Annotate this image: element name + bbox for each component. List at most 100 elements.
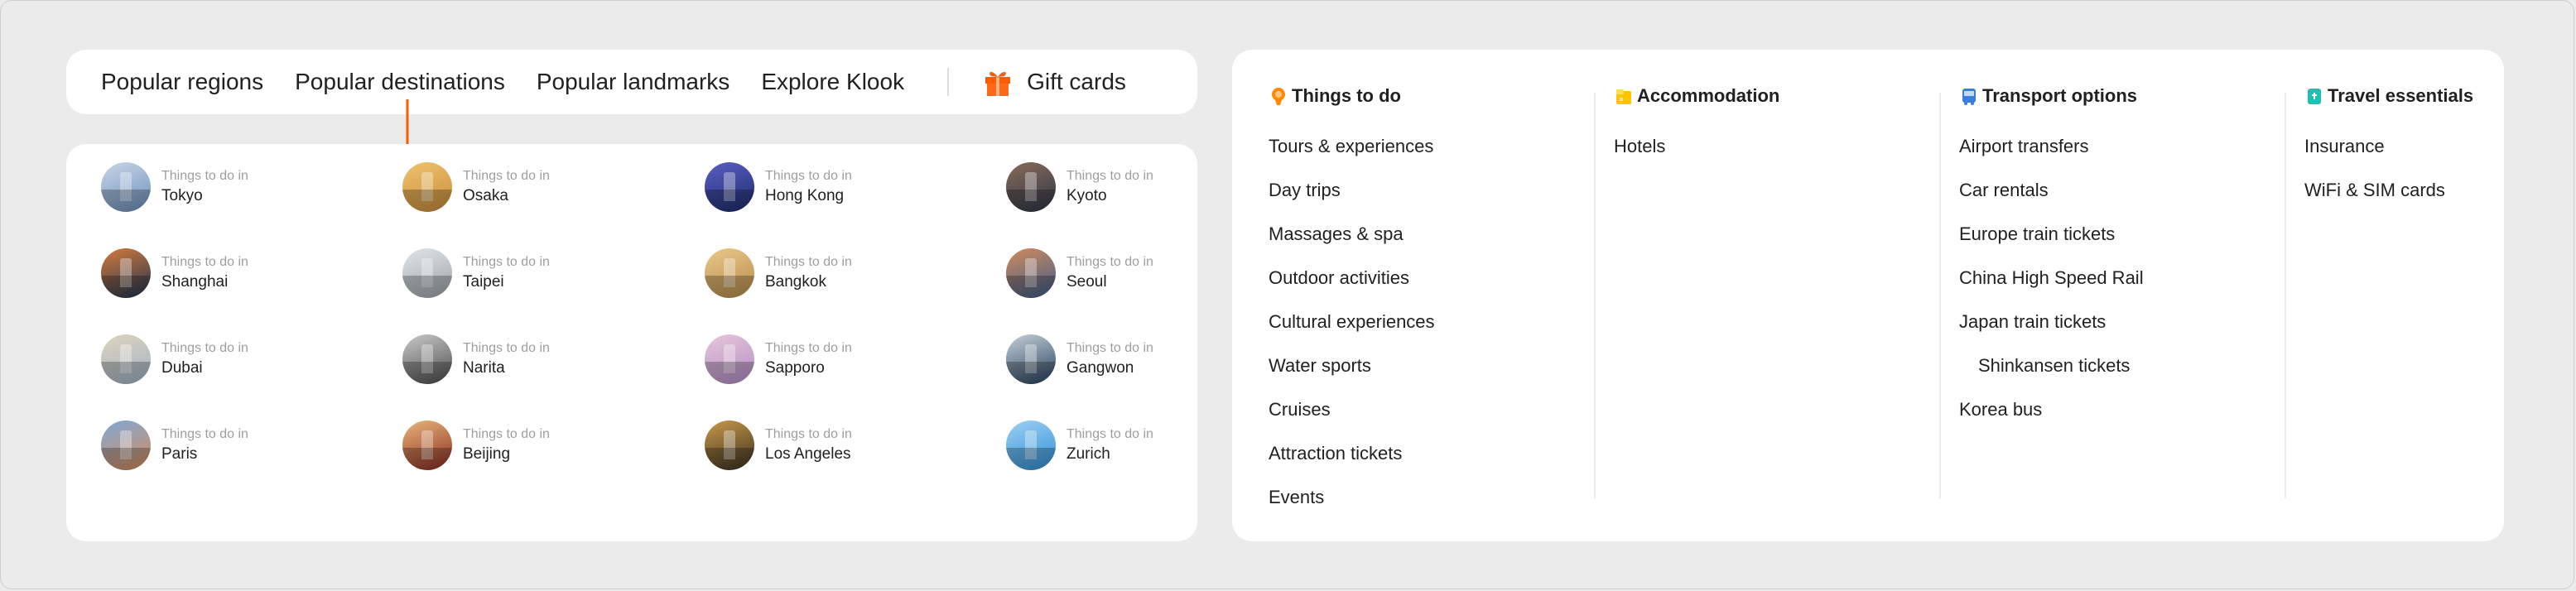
category-heading-label: Things to do: [1292, 85, 1401, 106]
destination-name: Zurich: [1067, 445, 1110, 463]
destination-thumbnail: [705, 420, 754, 470]
destination-thumbnail: [705, 248, 754, 298]
category-link[interactable]: Shinkansen tickets: [1959, 344, 2144, 387]
destination-prefix: Things to do in: [463, 427, 550, 441]
destination-prefix: Things to do in: [1067, 341, 1153, 355]
destinations-panel: Things to do in Tokyo Things to do in Osaka…: [66, 144, 1197, 541]
category-heading[interactable]: Accommodation: [1614, 79, 1779, 113]
destination-prefix: Things to do in: [765, 169, 852, 183]
bus-icon: [1962, 89, 1976, 105]
hotel-icon: [1616, 89, 1631, 104]
destination-item-bangkok[interactable]: Things to do in Bangkok: [705, 244, 970, 302]
destination-prefix: Things to do in: [765, 255, 852, 269]
category-heading-label: Travel essentials: [2328, 85, 2474, 106]
tab-popular-landmarks[interactable]: Popular landmarks: [537, 69, 729, 95]
destination-thumbnail: [402, 420, 452, 470]
categories-panel: Things to do Tours & experiences Day trips…: [1232, 50, 2504, 541]
destination-name: Beijing: [463, 445, 511, 463]
category-link[interactable]: China High Speed Rail: [1959, 256, 2144, 300]
category-link[interactable]: Cultural experiences: [1269, 300, 1435, 344]
category-link[interactable]: WiFi & SIM cards: [2304, 168, 2473, 212]
destination-thumbnail: [1006, 162, 1056, 212]
destination-thumbnail: [402, 248, 452, 298]
destination-item-kyoto[interactable]: Things to do in Kyoto: [1006, 158, 1271, 216]
destination-item-sapporo[interactable]: Things to do in Sapporo: [705, 330, 970, 388]
category-heading[interactable]: Travel essentials: [2304, 79, 2473, 113]
destination-item-tokyo[interactable]: Things to do in Tokyo: [101, 158, 366, 216]
destination-thumbnail: [1006, 248, 1056, 298]
category-column-accommodation: Accommodation Hotels: [1614, 79, 1779, 168]
destination-name: Paris: [161, 445, 198, 463]
category-heading-label: Transport options: [1982, 85, 2137, 106]
destination-prefix: Things to do in: [161, 255, 248, 269]
destination-item-hong-kong[interactable]: Things to do in Hong Kong: [705, 158, 970, 216]
category-link[interactable]: Korea bus: [1959, 387, 2144, 431]
destination-item-shanghai[interactable]: Things to do in Shanghai: [101, 244, 366, 302]
destination-prefix: Things to do in: [463, 255, 550, 269]
column-divider: [1939, 93, 1941, 498]
tab-popular-destinations[interactable]: Popular destinations: [295, 69, 505, 95]
category-link[interactable]: Europe train tickets: [1959, 212, 2144, 256]
destination-name: Kyoto: [1067, 187, 1107, 204]
destination-prefix: Things to do in: [463, 169, 550, 183]
destination-item-osaka[interactable]: Things to do in Osaka: [402, 158, 667, 216]
destination-prefix: Things to do in: [463, 341, 550, 355]
destination-name: Shanghai: [161, 273, 229, 291]
destination-item-seoul[interactable]: Things to do in Seoul: [1006, 244, 1271, 302]
tab-popular-regions[interactable]: Popular regions: [101, 69, 263, 95]
destination-name: Seoul: [1067, 273, 1107, 291]
category-link[interactable]: Japan train tickets: [1959, 300, 2144, 344]
destination-name: Los Angeles: [765, 445, 851, 463]
category-column-transport-options: Transport options Airport transfers Car re…: [1959, 79, 2144, 431]
destination-item-taipei[interactable]: Things to do in Taipei: [402, 244, 667, 302]
category-link[interactable]: Hotels: [1614, 124, 1779, 168]
sim-card-icon: [2308, 89, 2321, 104]
gift-icon: [985, 71, 1011, 96]
destination-name: Taipei: [463, 273, 504, 291]
destination-name: Bangkok: [765, 273, 826, 291]
destination-prefix: Things to do in: [161, 427, 248, 441]
destination-item-los-angeles[interactable]: Things to do in Los Angeles: [705, 416, 970, 474]
destination-thumbnail: [101, 334, 151, 384]
destination-thumbnail: [101, 248, 151, 298]
destination-name: Hong Kong: [765, 187, 845, 204]
destination-prefix: Things to do in: [161, 169, 248, 183]
destination-name: Narita: [463, 359, 505, 377]
destination-name: Sapporo: [765, 359, 825, 377]
category-heading[interactable]: Things to do: [1269, 79, 1435, 113]
category-link[interactable]: Car rentals: [1959, 168, 2144, 212]
destination-thumbnail: [402, 162, 452, 212]
category-link[interactable]: Events: [1269, 475, 1435, 519]
destination-prefix: Things to do in: [1067, 427, 1153, 441]
destination-thumbnail: [101, 420, 151, 470]
destination-prefix: Things to do in: [1067, 169, 1153, 183]
category-link[interactable]: Day trips: [1269, 168, 1435, 212]
category-link[interactable]: Cruises: [1269, 387, 1435, 431]
category-link[interactable]: Massages & spa: [1269, 212, 1435, 256]
destination-item-paris[interactable]: Things to do in Paris: [101, 416, 366, 474]
category-tab-bar: Popular regions Popular destinations Pop…: [66, 50, 1197, 114]
gift-cards-link[interactable]: Gift cards: [982, 66, 1126, 98]
destination-item-zurich[interactable]: Things to do in Zurich: [1006, 416, 1271, 474]
tab-explore-klook[interactable]: Explore Klook: [761, 69, 904, 95]
destination-item-beijing[interactable]: Things to do in Beijing: [402, 416, 667, 474]
balloon-icon: [1272, 88, 1285, 105]
destination-item-dubai[interactable]: Things to do in Dubai: [101, 330, 366, 388]
destination-name: Dubai: [161, 359, 203, 377]
column-divider: [2285, 93, 2286, 498]
category-link[interactable]: Water sports: [1269, 344, 1435, 387]
category-link[interactable]: Outdoor activities: [1269, 256, 1435, 300]
gift-cards-label: Gift cards: [1027, 69, 1126, 94]
category-link[interactable]: Attraction tickets: [1269, 431, 1435, 475]
column-divider: [1594, 93, 1596, 498]
destination-item-narita[interactable]: Things to do in Narita: [402, 330, 667, 388]
category-heading[interactable]: Transport options: [1959, 79, 2144, 113]
category-link[interactable]: Airport transfers: [1959, 124, 2144, 168]
category-link[interactable]: Insurance: [2304, 124, 2473, 168]
destination-name: Tokyo: [161, 187, 203, 204]
destination-thumbnail: [705, 162, 754, 212]
destination-item-gangwon[interactable]: Things to do in Gangwon: [1006, 330, 1271, 388]
category-link[interactable]: Tours & experiences: [1269, 124, 1435, 168]
destination-name: Osaka: [463, 187, 508, 204]
destination-prefix: Things to do in: [161, 341, 248, 355]
